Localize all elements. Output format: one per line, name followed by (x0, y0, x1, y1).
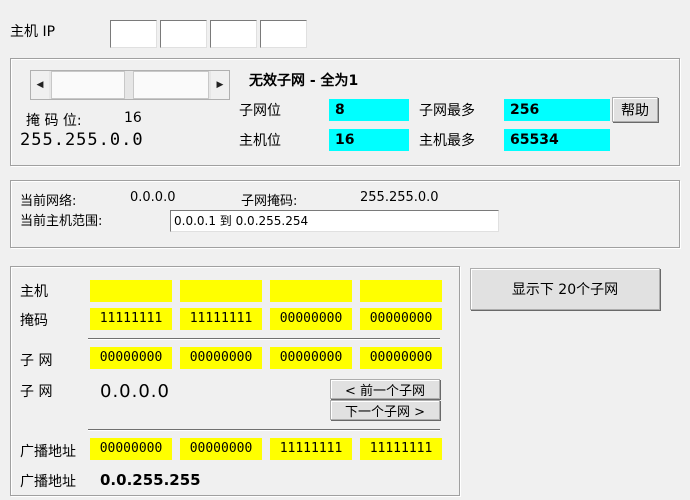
current-mask-label: 子网掩码: (241, 194, 298, 209)
scroll-right-icon[interactable]: ▶ (211, 71, 229, 99)
subnet-bits-value: 8 (329, 99, 409, 121)
current-network-label: 当前网络: (20, 194, 77, 209)
show-next-subnets-button[interactable]: 显示下 20个子网 (470, 268, 660, 310)
next-subnet-button[interactable]: 下一个子网 > (330, 400, 440, 420)
broadcast-bits-cell-3: 11111111 (270, 438, 352, 460)
subnet-bits-cell-2: 00000000 (180, 347, 262, 369)
mask-bits-cell-1: 11111111 (90, 308, 172, 330)
max-hosts-label: 主机最多 (419, 133, 475, 149)
broadcast-decimal-label: 广播地址 (20, 474, 76, 490)
host-range-field[interactable]: 0.0.0.1 到 0.0.255.254 (170, 210, 499, 232)
scrollbar-thumb-left[interactable] (51, 71, 125, 99)
mask-bits-value: 16 (124, 110, 142, 126)
binary-mask-label: 掩码 (20, 313, 48, 329)
current-mask-value: 255.255.0.0 (360, 190, 439, 205)
host-range-label: 当前主机范围: (20, 214, 103, 229)
broadcast-bits-cell-2: 00000000 (180, 438, 262, 460)
help-button[interactable]: 帮助 (612, 97, 658, 122)
mask-bits-label: 掩 码 位: (26, 113, 82, 129)
ip-octet-4-input[interactable] (260, 20, 307, 48)
broadcast-decimal-value: 0.0.255.255 (100, 471, 201, 489)
mask-bits-cell-2: 11111111 (180, 308, 262, 330)
ip-octet-1-input[interactable] (110, 20, 157, 48)
host-bits-cell-2 (180, 280, 262, 302)
divider (88, 338, 440, 340)
subnet-decimal-label: 子 网 (20, 384, 53, 400)
ip-octet-3-input[interactable] (210, 20, 257, 48)
host-bits-cell-4 (360, 280, 442, 302)
max-subnets-label: 子网最多 (419, 103, 475, 119)
scroll-left-icon[interactable]: ◀ (31, 71, 49, 99)
prev-subnet-button[interactable]: < 前一个子网 (330, 379, 440, 399)
scrollbar-thumb-right[interactable] (133, 71, 209, 99)
host-bits-label: 主机位 (239, 133, 281, 149)
binary-host-label: 主机 (20, 284, 48, 300)
binary-subnet-label: 子 网 (20, 353, 53, 369)
ip-octet-2-input[interactable] (160, 20, 207, 48)
mask-bits-cell-4: 00000000 (360, 308, 442, 330)
broadcast-bits-cell-1: 00000000 (90, 438, 172, 460)
host-ip-label: 主机 IP (10, 24, 56, 40)
mask-dotted-value: 255.255.0.0 (20, 130, 144, 150)
binary-broadcast-label: 广播地址 (20, 444, 76, 460)
subnet-status-title: 无效子网 - 全为1 (249, 73, 359, 89)
max-subnets-value: 256 (504, 99, 610, 121)
mask-bits-cell-3: 00000000 (270, 308, 352, 330)
subnet-bits-cell-3: 00000000 (270, 347, 352, 369)
host-bits-value: 16 (329, 129, 409, 151)
divider (88, 429, 440, 431)
host-bits-cell-3 (270, 280, 352, 302)
subnet-bits-cell-1: 00000000 (90, 347, 172, 369)
host-bits-cell-1 (90, 280, 172, 302)
subnet-decimal-value: 0.0.0.0 (100, 381, 170, 402)
current-network-value: 0.0.0.0 (130, 190, 176, 205)
subnet-bits-label: 子网位 (239, 103, 281, 119)
max-hosts-value: 65534 (504, 129, 610, 151)
subnet-bits-cell-4: 00000000 (360, 347, 442, 369)
broadcast-bits-cell-4: 11111111 (360, 438, 442, 460)
mask-bits-scrollbar[interactable]: ◀ ▶ (30, 70, 230, 100)
